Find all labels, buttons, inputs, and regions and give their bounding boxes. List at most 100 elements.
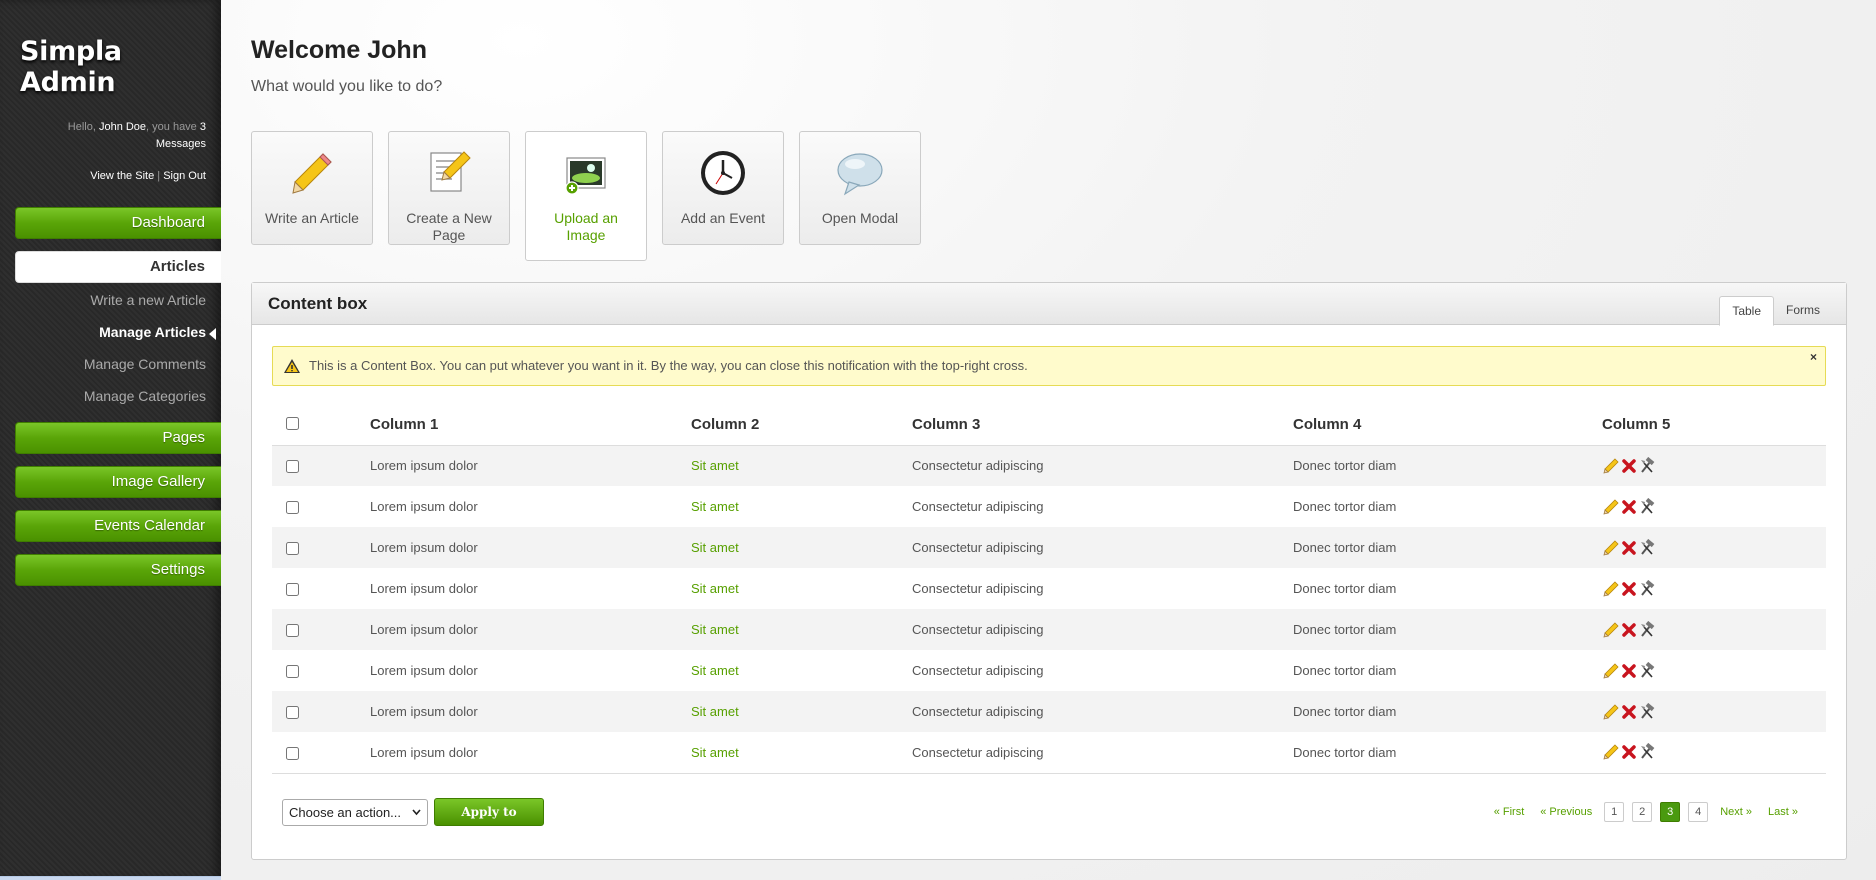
nav-image-gallery[interactable]: Image Gallery: [15, 466, 221, 498]
shortcut-open-modal[interactable]: Open Modal: [799, 131, 921, 245]
table-cell-col2[interactable]: Sit amet: [691, 650, 912, 691]
delete-icon[interactable]: [1620, 703, 1638, 721]
tools-icon[interactable]: [1638, 456, 1656, 475]
table-cell-col2[interactable]: Sit amet: [691, 732, 912, 774]
delete-icon[interactable]: [1620, 498, 1638, 516]
table-cell-col2[interactable]: Sit amet: [691, 691, 912, 732]
nav-sub-manage-comments[interactable]: Manage Comments: [84, 356, 206, 372]
pagination-previous[interactable]: « Previous: [1540, 806, 1592, 818]
column-header-3[interactable]: Column 3: [912, 403, 1293, 446]
pagination-page-1[interactable]: 1: [1604, 802, 1625, 822]
shortcut-create-page[interactable]: Create a New Page: [388, 131, 510, 245]
messages-link[interactable]: Messages: [156, 138, 206, 150]
main-content: Welcome John What would you like to do? …: [221, 0, 1876, 880]
close-notification-icon[interactable]: ×: [1810, 350, 1817, 364]
view-site-link[interactable]: View the Site: [90, 170, 154, 182]
column-header-2[interactable]: Column 2: [691, 403, 912, 446]
tab-table[interactable]: Table: [1719, 296, 1774, 326]
row-actions-cell: [1602, 445, 1826, 486]
delete-icon[interactable]: [1620, 539, 1638, 557]
row-checkbox[interactable]: [286, 746, 299, 760]
edit-icon[interactable]: [1602, 662, 1620, 680]
edit-icon[interactable]: [1602, 457, 1620, 475]
message-count-link[interactable]: 3: [200, 121, 206, 133]
tools-icon[interactable]: [1638, 743, 1656, 761]
table-body: Lorem ipsum dolor Sit amet Consectetur adi…: [272, 445, 1826, 774]
notification-attention: This is a Content Box. You can put whate…: [272, 346, 1826, 386]
edit-icon[interactable]: [1602, 498, 1620, 516]
sign-out-link[interactable]: Sign Out: [163, 170, 206, 182]
column-header-5[interactable]: Column 5: [1602, 403, 1826, 446]
profile-greeting: Hello, John Doe, you have 3 Messages: [26, 119, 206, 153]
greeting-you-have: , you have: [146, 121, 197, 133]
nav-events-calendar[interactable]: Events Calendar: [15, 510, 221, 542]
clock-icon: [701, 151, 745, 195]
table-cell-col2[interactable]: Sit amet: [691, 568, 912, 609]
delete-icon[interactable]: [1620, 662, 1638, 680]
row-actions-cell: [1602, 568, 1826, 609]
pagination-last[interactable]: Last »: [1768, 806, 1798, 818]
nav-settings[interactable]: Settings: [15, 554, 221, 586]
tab-forms[interactable]: Forms: [1774, 296, 1832, 326]
edit-icon[interactable]: [1602, 580, 1620, 598]
table-row: Lorem ipsum dolor Sit amet Consectetur adi…: [272, 609, 1826, 650]
tools-icon[interactable]: [1638, 579, 1656, 598]
delete-icon[interactable]: [1620, 621, 1638, 639]
pagination-page-2[interactable]: 2: [1632, 802, 1653, 822]
row-checkbox[interactable]: [286, 706, 299, 720]
table-cell-col2[interactable]: Sit amet: [691, 445, 912, 486]
pagination-first[interactable]: « First: [1494, 806, 1525, 818]
sidebar: Simpla Admin Hello, John Doe, you have 3…: [0, 0, 221, 880]
row-checkbox[interactable]: [286, 583, 299, 597]
pagination-page-3[interactable]: 3: [1660, 802, 1681, 822]
bulk-action-select[interactable]: Choose an action...: [282, 799, 428, 826]
row-checkbox[interactable]: [286, 665, 299, 679]
nav-pages[interactable]: Pages: [15, 422, 221, 454]
nav-articles[interactable]: Articles: [15, 251, 221, 283]
tools-icon[interactable]: [1638, 538, 1656, 557]
profile-links-separator: |: [157, 170, 161, 182]
column-header-4[interactable]: Column 4: [1293, 403, 1602, 446]
row-checkbox[interactable]: [286, 501, 299, 515]
table-cell-col2[interactable]: Sit amet: [691, 609, 912, 650]
table-cell-col2[interactable]: Sit amet: [691, 527, 912, 568]
edit-icon[interactable]: [1602, 743, 1620, 761]
tools-icon[interactable]: [1638, 702, 1656, 721]
nav-sub-write-article[interactable]: Write a new Article: [90, 292, 206, 308]
table-row: Lorem ipsum dolor Sit amet Consectetur adi…: [272, 445, 1826, 486]
delete-icon[interactable]: [1620, 457, 1638, 475]
page-title: Welcome John: [251, 36, 427, 64]
nav-dashboard[interactable]: Dashboard: [15, 207, 221, 239]
nav-sub-manage-categories[interactable]: Manage Categories: [84, 388, 206, 404]
nav-sub-manage-articles[interactable]: Manage Articles: [99, 324, 216, 340]
shortcut-write-article[interactable]: Write an Article: [251, 131, 373, 245]
select-all-cell: [272, 403, 370, 446]
edit-icon[interactable]: [1602, 539, 1620, 557]
articles-table: Column 1 Column 2 Column 3 Column 4 Colu…: [272, 403, 1826, 774]
shortcut-add-event[interactable]: Add an Event: [662, 131, 784, 245]
tools-icon[interactable]: [1638, 620, 1656, 639]
select-all-checkbox[interactable]: [286, 416, 299, 430]
edit-icon[interactable]: [1602, 621, 1620, 639]
table-cell-col3: Consectetur adipiscing: [912, 691, 1293, 732]
tools-icon[interactable]: [1638, 661, 1656, 680]
delete-icon[interactable]: [1620, 743, 1638, 761]
shortcut-upload-image[interactable]: Upload an Image: [525, 131, 647, 261]
profile-user-link[interactable]: John Doe: [99, 121, 146, 133]
pagination-next[interactable]: Next »: [1720, 806, 1752, 818]
row-checkbox[interactable]: [286, 542, 299, 556]
row-checkbox[interactable]: [286, 460, 299, 474]
edit-icon[interactable]: [1602, 703, 1620, 721]
row-checkbox[interactable]: [286, 624, 299, 638]
table-cell-col4: Donec tortor diam: [1293, 445, 1602, 486]
apply-to-selected-button[interactable]: Apply to selected: [434, 798, 544, 845]
content-box-header: Content box Table Forms: [252, 283, 1846, 326]
delete-icon[interactable]: [1620, 580, 1638, 598]
table-cell-col3: Consectetur adipiscing: [912, 609, 1293, 650]
tools-icon[interactable]: [1638, 497, 1656, 516]
document-pencil-icon: [430, 151, 471, 192]
column-header-1[interactable]: Column 1: [370, 403, 691, 446]
pagination-page-4[interactable]: 4: [1688, 802, 1709, 822]
table-cell-col2[interactable]: Sit amet: [691, 486, 912, 527]
row-checkbox-cell: [272, 486, 370, 527]
